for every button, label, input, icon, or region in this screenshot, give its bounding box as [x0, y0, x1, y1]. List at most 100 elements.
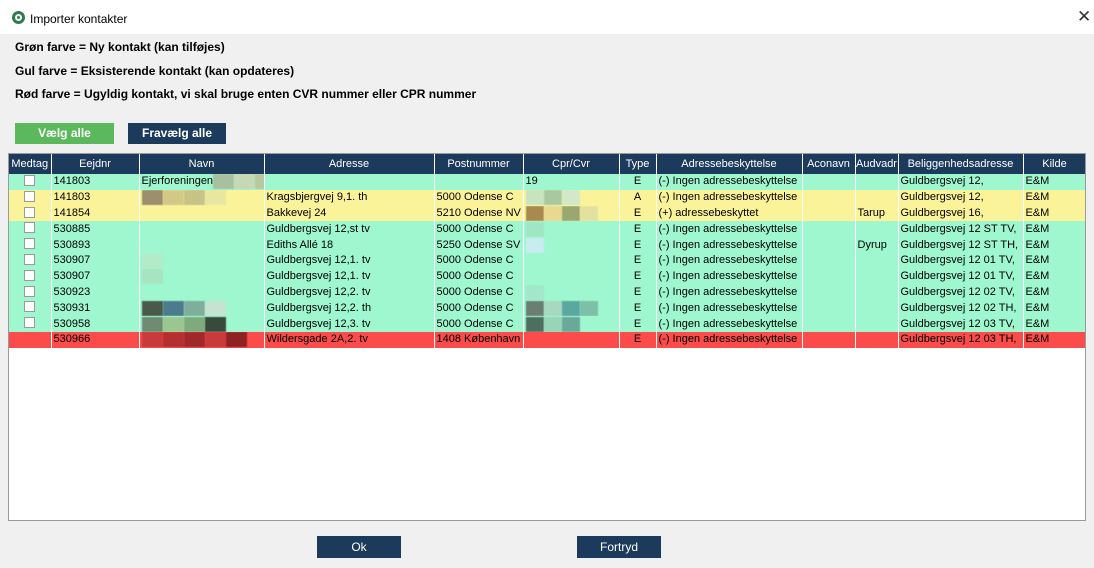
cell-audvadr: Dyrup	[855, 237, 899, 253]
redacted-block	[204, 332, 226, 348]
redacted-block	[525, 190, 544, 206]
column-header[interactable]: Medtag	[9, 154, 52, 174]
cell-adresse: Ediths Allé 18	[264, 237, 435, 253]
include-cell	[9, 252, 52, 269]
table-row[interactable]: 530931 Guldbergsvej 12,2. th 5000 Odense C…	[9, 300, 1085, 317]
cell-type-text: E	[633, 206, 642, 219]
redacted-block	[561, 190, 580, 206]
column-header[interactable]: Kilde	[1023, 154, 1085, 174]
ok-button[interactable]: Ok	[317, 536, 401, 558]
cell-belig: Guldbergsvej 12 03 TH,	[898, 331, 1024, 348]
cell-beskyttelse-text: (-) Ingen adressebeskyttelse	[658, 301, 798, 314]
include-checkbox[interactable]	[24, 174, 36, 186]
include-checkbox[interactable]	[24, 190, 36, 202]
cell-navn	[139, 331, 265, 348]
deselect-all-button[interactable]: Fravælg alle	[128, 123, 226, 144]
legend-green: Grøn farve = Ny kontakt (kan tilføjes)	[15, 40, 225, 54]
redacted-block	[225, 332, 247, 348]
cell-beskyttelse-text: (-) Ingen adressebeskyttelse	[658, 285, 798, 298]
table-row[interactable]: 141803 Ejerforeningen 19 E (-) Ingen adresse…	[9, 174, 1085, 190]
redacted-block	[204, 190, 226, 206]
column-header[interactable]: Audvadr	[855, 154, 899, 174]
cell-navn-text: Ejerforeningen	[141, 175, 214, 188]
cell-kilde-text: E&M	[1025, 206, 1050, 219]
cell-postnummer: 5210 Odense NV	[434, 205, 524, 222]
cell-kilde-text: E&M	[1025, 301, 1050, 314]
include-checkbox[interactable]	[24, 206, 36, 218]
cell-type-text: E	[633, 222, 642, 235]
cell-postnummer: 5000 Odense C	[434, 284, 524, 301]
column-header[interactable]: Adressebeskyttelse	[656, 154, 803, 174]
column-header[interactable]: Postnummer	[434, 154, 524, 174]
cell-cpr	[523, 189, 620, 206]
cell-ejdnr: 530931	[51, 300, 140, 317]
include-checkbox[interactable]	[24, 238, 36, 250]
cell-postnummer-text: 5000 Odense C	[436, 270, 514, 283]
table-row[interactable]: 141854 Bakkevej 24 5210 Odense NV E (+) adre…	[9, 205, 1085, 222]
cell-beskyttelse-text: (-) Ingen adressebeskyttelse	[658, 254, 798, 267]
include-cell	[9, 284, 52, 301]
column-header[interactable]: Eejdnr	[51, 154, 140, 174]
redacted-block	[213, 174, 235, 190]
include-checkbox[interactable]	[24, 285, 36, 297]
cell-ejdnr-text: 530931	[53, 301, 91, 314]
column-header[interactable]: Beliggenhedsadresse	[898, 154, 1024, 174]
include-checkbox[interactable]	[24, 301, 36, 313]
cell-type: E	[619, 205, 657, 222]
cell-beskyttelse-text: (-) Ingen adressebeskyttelse	[658, 317, 798, 330]
cell-navn	[139, 189, 265, 206]
table-row[interactable]: 530966 Wildersgade 2A,2. tv 1408 København…	[9, 331, 1085, 348]
redacted-block	[204, 316, 226, 332]
cell-type-text: E	[633, 285, 642, 298]
cell-ejdnr: 141803	[51, 189, 140, 206]
table-row[interactable]: 530907 Guldbergsvej 12,1. tv 5000 Odense C…	[9, 252, 1085, 269]
cell-ejdnr-text: 530907	[53, 270, 91, 283]
cell-type: E	[619, 252, 657, 269]
cell-audvadr	[855, 284, 899, 301]
column-header[interactable]: Adresse	[264, 154, 435, 174]
cell-cpr	[523, 221, 620, 238]
cell-audvadr	[855, 189, 899, 206]
cell-navn	[139, 252, 265, 269]
table-row[interactable]: 530958 Guldbergsvej 12,3. tv 5000 Odense C…	[9, 316, 1085, 332]
cell-beskyttelse: (-) Ingen adressebeskyttelse	[656, 189, 803, 206]
table-row[interactable]: 530885 Guldbergsvej 12,st tv 5000 Odense C…	[9, 221, 1085, 238]
cell-belig-text: Guldbergsvej 12 01 TV,	[900, 270, 1015, 283]
cancel-button[interactable]: Fortryd	[577, 536, 661, 558]
table-row[interactable]: 141803 Kragsbjergvej 9,1. th 5000 Odense C…	[9, 189, 1085, 206]
column-header[interactable]: Navn	[139, 154, 265, 174]
column-header[interactable]: Aconavn	[802, 154, 856, 174]
table-row[interactable]: 530907 Guldbergsvej 12,1. tv 5000 Odense C…	[9, 268, 1085, 285]
cell-belig-text: Guldbergsvej 12 02 TV,	[900, 285, 1015, 298]
include-checkbox[interactable]	[24, 253, 36, 265]
cell-postnummer: 5000 Odense C	[434, 252, 524, 269]
cell-ejdnr-text: 530893	[53, 238, 91, 251]
table-row[interactable]: 530923 Guldbergsvej 12,2. tv 5000 Odense C…	[9, 284, 1085, 301]
cell-aconavn	[802, 284, 856, 301]
cell-kilde: E&M	[1023, 252, 1085, 269]
cell-beskyttelse: (-) Ingen adressebeskyttelse	[656, 300, 803, 317]
include-checkbox[interactable]	[24, 222, 36, 234]
table-row[interactable]: 530893 Ediths Allé 18 5250 Odense SV E (-) I…	[9, 237, 1085, 253]
cell-postnummer-text: 1408 København K	[436, 333, 523, 346]
cell-aconavn	[802, 331, 856, 348]
include-checkbox[interactable]	[24, 317, 36, 329]
cell-beskyttelse-text: (-) Ingen adressebeskyttelse	[658, 175, 798, 188]
select-all-button[interactable]: Vælg alle	[15, 123, 114, 144]
cell-postnummer-text: 5000 Odense C	[436, 285, 514, 298]
column-header[interactable]: Type	[619, 154, 657, 174]
contacts-grid[interactable]: Medtag Eejdnr Navn Adresse Postnummer Cpr/Cvr…	[8, 153, 1086, 521]
cell-type-text: E	[633, 254, 642, 267]
cell-belig: Guldbergsvej 12,	[898, 174, 1024, 190]
column-header[interactable]: Cpr/Cvr	[523, 154, 620, 174]
cell-kilde-text: E&M	[1025, 254, 1050, 267]
cell-type: E	[619, 284, 657, 301]
cell-kilde: E&M	[1023, 300, 1085, 317]
cell-aconavn	[802, 174, 856, 190]
cell-ejdnr-text: 141803	[53, 175, 91, 188]
cell-postnummer-text: 5210 Odense NV	[436, 206, 521, 219]
close-icon[interactable]: ✕	[1077, 8, 1091, 25]
include-cell	[9, 331, 52, 348]
include-checkbox[interactable]	[24, 269, 36, 281]
cell-adresse: Guldbergsvej 12,2. tv	[264, 284, 435, 301]
